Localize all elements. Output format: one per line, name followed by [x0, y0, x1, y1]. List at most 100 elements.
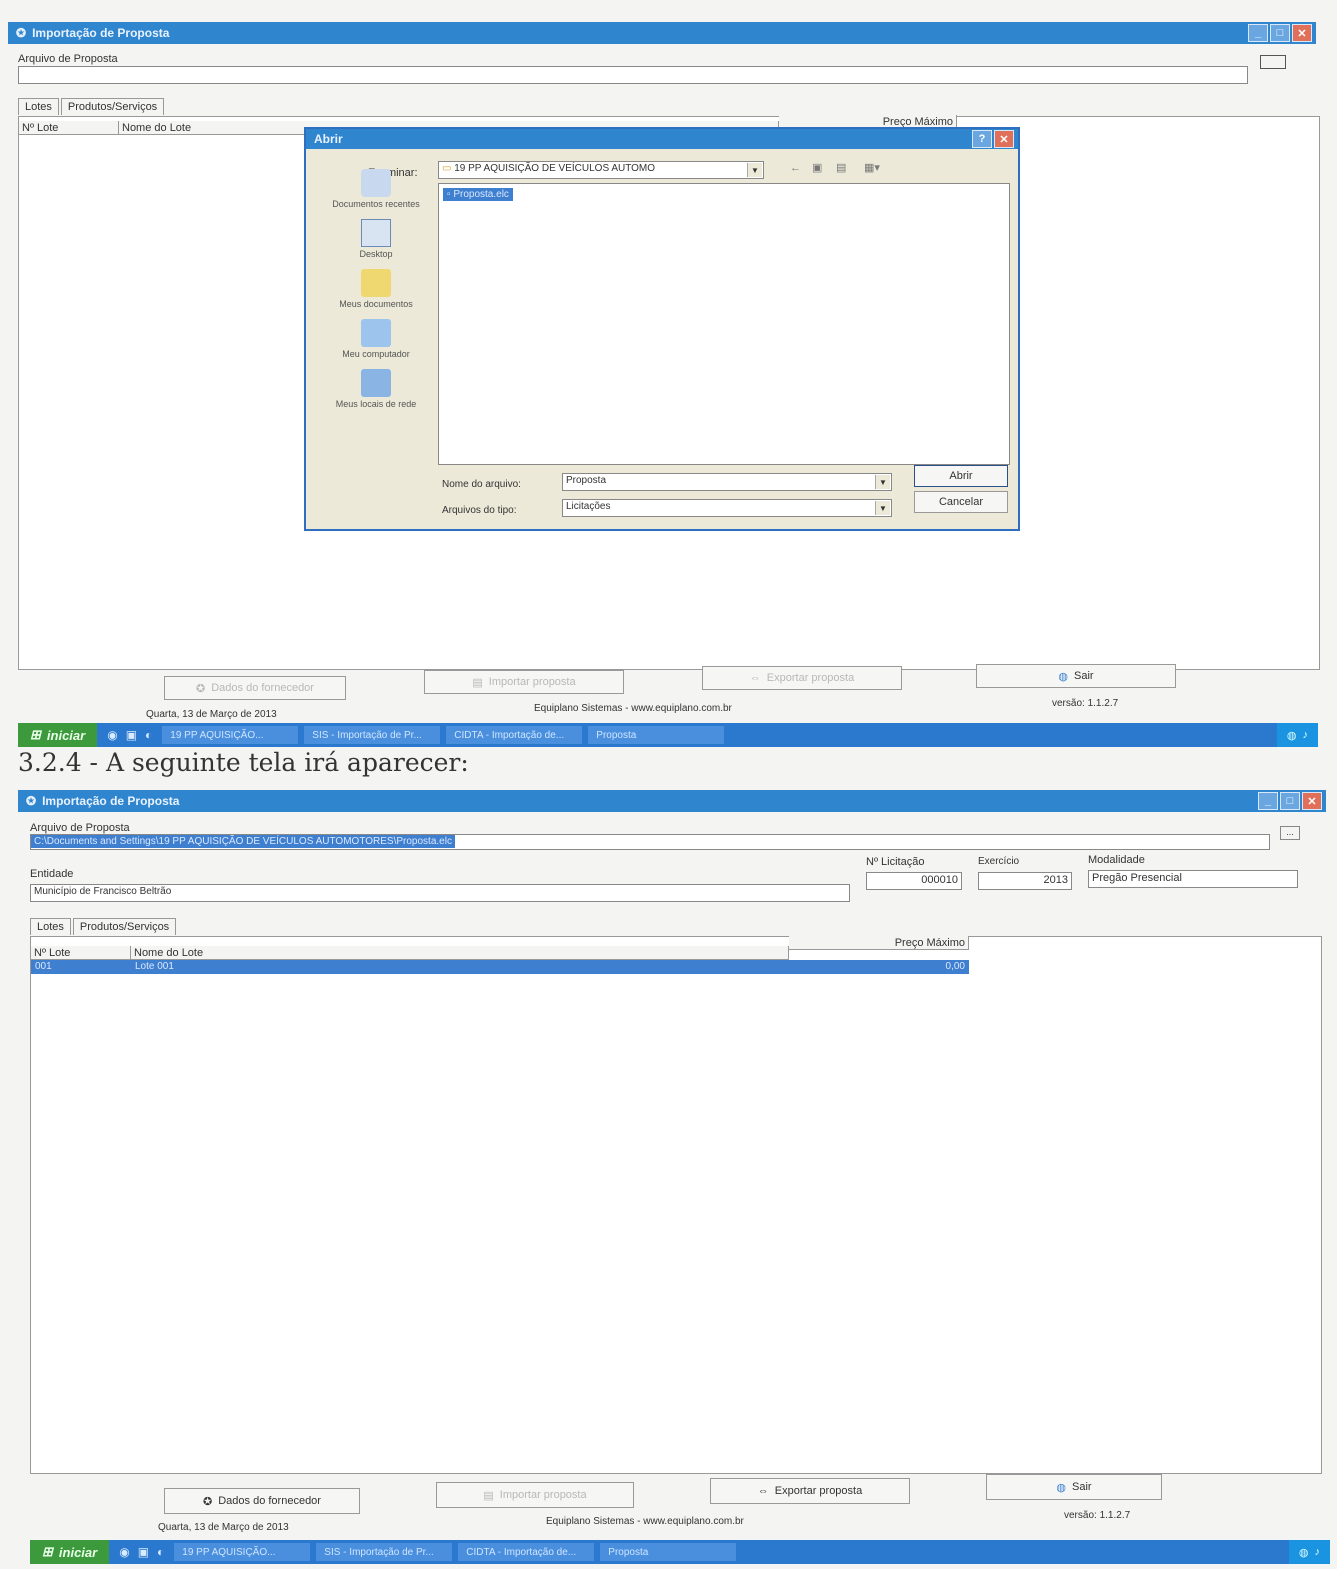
media-icon-bottom[interactable]: ◐	[157, 1545, 164, 1559]
filetype-label: Arquivos do tipo:	[442, 505, 517, 516]
desktop-icon	[361, 219, 391, 247]
bottom-tab-lotes[interactable]: Lotes	[30, 918, 71, 935]
col-num-lote[interactable]: Nº Lote	[19, 121, 119, 135]
bottom-tab-produtos[interactable]: Produtos/Serviços	[72, 918, 177, 935]
ie-icon[interactable]: ◉	[107, 728, 117, 742]
table-row[interactable]: 001 Lote 001 0,00	[31, 960, 969, 974]
bottom-status-date: Quarta, 13 de Março de 2013	[158, 1522, 289, 1533]
maximize-icon-bottom[interactable]: □	[1280, 792, 1300, 810]
show-desktop-icon-bottom[interactable]: ▣	[138, 1545, 149, 1559]
start-button-top[interactable]: ⊞ iniciar	[18, 723, 98, 747]
bottom-status-company: Equiplano Sistemas - www.equiplano.com.b…	[546, 1516, 744, 1527]
start-button-bottom[interactable]: ⊞ iniciar	[30, 1540, 110, 1564]
abrir-button[interactable]: Abrir	[914, 465, 1008, 487]
new-folder-icon[interactable]: ▤	[836, 161, 846, 174]
bottom-export-icon: ⇔	[757, 1485, 769, 1497]
browse-button[interactable]	[1260, 55, 1286, 69]
bottom-volume-icon[interactable]: ♪	[1315, 1546, 1321, 1558]
show-desktop-icon[interactable]: ▣	[126, 728, 137, 742]
bottom-sair-button[interactable]: ◍ Sair	[986, 1474, 1162, 1500]
bottom-taskbar-task-proposta[interactable]: Proposta	[600, 1543, 737, 1561]
person-icon: ✪	[196, 682, 206, 695]
bottom-taskbar-task-cidta[interactable]: CIDTA - Importação de...	[458, 1543, 595, 1561]
filename-input[interactable]: Proposta ▼	[562, 473, 892, 491]
status-date: Quarta, 13 de Março de 2013	[146, 709, 277, 720]
filetype-select[interactable]: Licitações ▼	[562, 499, 892, 517]
help-icon[interactable]: ?	[972, 130, 992, 148]
place-meus-documentos[interactable]: Meus documentos	[324, 269, 428, 309]
filename-chevron-down-icon[interactable]: ▼	[875, 475, 890, 489]
volume-icon[interactable]: ♪	[1303, 729, 1309, 741]
bottom-file-field[interactable]: C:\Documents and Settings\19 PP AQUISIÇÃ…	[30, 834, 1270, 850]
documents-folder-icon	[361, 269, 391, 297]
up-folder-icon[interactable]: ▣	[812, 161, 822, 174]
row-lote: 001	[35, 961, 52, 972]
place-meu-computador[interactable]: Meu computador	[324, 319, 428, 359]
place-recentes[interactable]: Documentos recentes	[324, 169, 428, 209]
bottom-browse-button[interactable]: ...	[1280, 826, 1300, 840]
folder-select[interactable]: ▭ 19 PP AQUISIÇÃO DE VEÍCULOS AUTOMO ▼	[438, 161, 764, 179]
media-icon[interactable]: ◐	[145, 728, 152, 742]
maximize-icon[interactable]: □	[1270, 24, 1290, 42]
bottom-col-preco-maximo[interactable]: Preço Máximo	[789, 936, 969, 950]
network-icon	[361, 369, 391, 397]
bottom-file-label: Arquivo de Proposta	[30, 822, 130, 834]
cancelar-button[interactable]: Cancelar	[914, 491, 1008, 513]
file-field[interactable]	[18, 66, 1248, 84]
back-icon[interactable]: ←	[790, 162, 801, 174]
close-icon[interactable]: ✕	[1292, 24, 1312, 42]
filetype-chevron-down-icon[interactable]: ▼	[875, 501, 890, 515]
taskbar-top: ⊞ iniciar ◉ ▣ ◐ 19 PP AQUISIÇÃO... SIS -…	[18, 723, 1318, 747]
place-rede[interactable]: Meus locais de rede	[324, 369, 428, 409]
minimize-icon[interactable]: _	[1248, 24, 1268, 42]
taskbar-task-sis[interactable]: SIS - Importação de Pr...	[304, 726, 441, 744]
ie-icon-bottom[interactable]: ◉	[119, 1545, 129, 1559]
minimize-icon-bottom[interactable]: _	[1258, 792, 1278, 810]
bottom-tray-icon[interactable]: ◍	[1299, 1546, 1309, 1559]
chevron-down-icon[interactable]: ▼	[747, 163, 762, 177]
file-item[interactable]: ▫ Proposta.elc	[443, 188, 513, 201]
exercicio-label: Exercício	[978, 856, 1020, 867]
tab-produtos[interactable]: Produtos/Serviços	[60, 98, 165, 115]
tray-icon[interactable]: ◍	[1287, 729, 1297, 742]
taskbar-task-cidta[interactable]: CIDTA - Importação de...	[446, 726, 583, 744]
bottom-col-num-lote[interactable]: Nº Lote	[31, 946, 131, 960]
entidade-label: Entidade	[30, 868, 74, 880]
row-nome: Lote 001	[135, 961, 174, 972]
row-preco: 0,00	[945, 961, 965, 972]
view-menu-icon[interactable]: ▦▾	[864, 161, 880, 174]
system-tray-bottom: ◍ ♪	[1288, 1540, 1330, 1564]
file-icon: ▫	[447, 189, 451, 200]
entidade-field: Município de Francisco Beltrão	[30, 884, 850, 902]
top-window-titlebar: ✪ Importação de Proposta _ □ ✕	[8, 22, 1316, 44]
importar-proposta-button[interactable]: ▤ Importar proposta	[424, 670, 624, 694]
bottom-taskbar-task-sis[interactable]: SIS - Importação de Pr...	[316, 1543, 453, 1561]
sair-button[interactable]: ◍ Sair	[976, 664, 1176, 688]
taskbar-task-proposta[interactable]: Proposta	[588, 726, 725, 744]
bottom-col-nome-lote[interactable]: Nome do Lote	[131, 946, 789, 960]
taskbar-task-folder[interactable]: 19 PP AQUISIÇÃO...	[162, 726, 299, 744]
modalidade-field: Pregão Presencial	[1088, 870, 1298, 888]
bottom-lotes-panel	[30, 936, 1322, 1474]
licitacao-label: Nº Licitação	[866, 856, 925, 868]
dialog-close-icon[interactable]: ✕	[994, 130, 1014, 148]
windows-logo-icon-bottom: ⊞	[42, 1544, 53, 1559]
tab-lotes[interactable]: Lotes	[18, 98, 59, 115]
folder-icon: ▭	[442, 163, 452, 174]
bottom-exportar-proposta-button[interactable]: ⇔ Exportar proposta	[710, 1478, 910, 1504]
bottom-taskbar-task-folder[interactable]: 19 PP AQUISIÇÃO...	[174, 1543, 311, 1561]
dados-fornecedor-button[interactable]: ✪ Dados do fornecedor	[164, 676, 346, 700]
licitacao-field: 000010	[866, 872, 962, 890]
bottom-importar-proposta-button[interactable]: ▤ Importar proposta	[436, 1482, 634, 1508]
exportar-proposta-button[interactable]: ⇔ Exportar proposta	[702, 666, 902, 690]
computer-icon	[361, 319, 391, 347]
status-version: versão: 1.1.2.7	[1052, 698, 1119, 709]
bottom-dados-fornecedor-button[interactable]: ✪ Dados do fornecedor	[164, 1488, 360, 1514]
file-label: Arquivo de Proposta	[18, 53, 118, 65]
place-desktop[interactable]: Desktop	[324, 219, 428, 259]
top-window-title: Importação de Proposta	[32, 26, 170, 40]
close-icon-bottom[interactable]: ✕	[1302, 792, 1322, 810]
export-icon: ⇔	[749, 672, 761, 684]
file-list[interactable]: ▫ Proposta.elc	[438, 183, 1010, 465]
app-icon: ✪	[16, 26, 27, 40]
